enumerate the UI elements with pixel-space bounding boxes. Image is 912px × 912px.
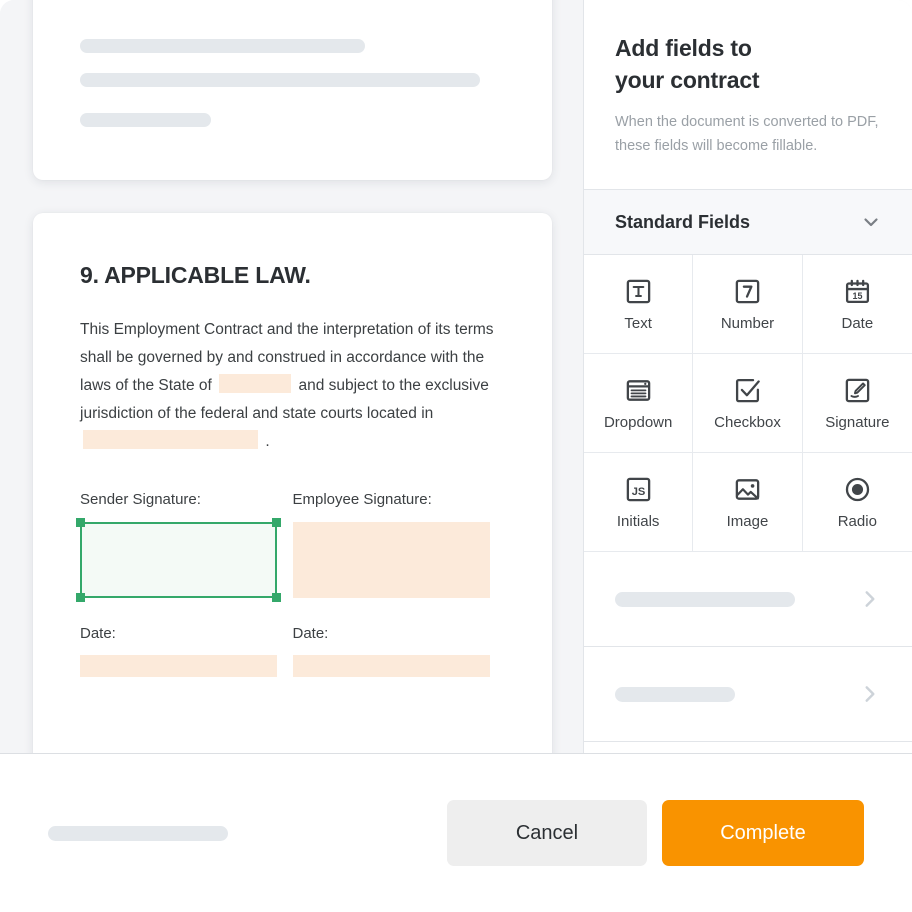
field-type-date[interactable]: 15 Date (802, 255, 912, 354)
document-page-previous (33, 0, 552, 180)
svg-text:15: 15 (852, 290, 862, 300)
field-type-number[interactable]: Number (693, 255, 803, 354)
sender-date-label: Date: (80, 625, 116, 642)
cancel-button[interactable]: Cancel (447, 800, 647, 866)
chevron-down-icon[interactable] (861, 212, 881, 232)
image-field-icon (733, 475, 762, 504)
field-type-label: Image (726, 512, 769, 530)
field-type-label: Checkbox (714, 413, 781, 431)
field-type-label: Dropdown (603, 413, 673, 431)
sender-signature-label: Sender Signature: (80, 491, 201, 508)
checkbox-field-icon (733, 376, 762, 405)
signature-row: Sender Signature: Date: Employee Signatu… (76, 490, 506, 677)
panel-title-line1: Add fields to (615, 35, 752, 61)
field-type-label: Text (624, 314, 652, 332)
resize-handle-bottom-right[interactable] (272, 593, 281, 602)
employee-signature-field[interactable] (292, 522, 490, 598)
field-type-dropdown[interactable]: Dropdown (584, 354, 694, 453)
contract-section: 9. APPLICABLE LAW. This Employment Contr… (80, 262, 505, 464)
employee-signature-column: Employee Signature: Date: (292, 490, 506, 677)
fillable-field-city[interactable] (83, 430, 258, 449)
sender-date-field[interactable] (80, 655, 277, 677)
skeleton-line (615, 686, 735, 702)
fields-panel: Add fields to your contract When the doc… (583, 0, 912, 753)
field-type-checkbox[interactable]: Checkbox (693, 354, 803, 453)
signature-grid: Sender Signature: Date: Employee Signatu… (76, 490, 506, 677)
panel-subtitle: When the document is converted to PDF, t… (615, 114, 879, 154)
chevron-right-icon[interactable] (859, 683, 881, 705)
panel-title-line2: your contract (615, 67, 760, 93)
number-field-icon (733, 277, 762, 306)
document-viewer[interactable]: 9. APPLICABLE LAW. This Employment Contr… (0, 0, 583, 753)
footer-actions: Cancel Complete (447, 800, 864, 866)
collapsed-section-2[interactable] (584, 647, 912, 742)
skeleton-line (80, 39, 365, 53)
field-type-label: Radio (837, 512, 877, 530)
initials-field-icon: JS (624, 475, 653, 504)
field-type-label: Number (720, 314, 775, 332)
skeleton-line (80, 73, 480, 87)
dropdown-field-icon (624, 376, 653, 405)
collapsed-section-1[interactable] (584, 552, 912, 647)
skeleton-line (615, 591, 795, 607)
sender-signature-field-selected[interactable] (76, 518, 281, 602)
field-type-label: Signature (825, 413, 890, 431)
radio-field-icon (843, 475, 872, 504)
paragraph-text-3: . (265, 433, 270, 450)
signature-field-icon (843, 376, 872, 405)
skeleton-line (80, 113, 211, 127)
resize-handle-top-right[interactable] (272, 518, 281, 527)
skeleton-line (48, 825, 228, 841)
field-type-grid: Text Number 15 Date Dropdown Checkbox Si… (584, 255, 912, 552)
field-type-initials[interactable]: JS Initials (584, 453, 694, 552)
modal-body: 9. APPLICABLE LAW. This Employment Contr… (0, 0, 912, 753)
resize-handle-top-left[interactable] (76, 518, 85, 527)
field-type-image[interactable]: Image (693, 453, 803, 552)
employee-signature-label: Employee Signature: (292, 491, 432, 508)
panel-title: Add fields to your contract (615, 32, 881, 96)
svg-text:JS: JS (631, 485, 645, 497)
employee-date-label: Date: (292, 625, 329, 642)
modal-footer: Cancel Complete (0, 753, 912, 912)
complete-button[interactable]: Complete (662, 800, 864, 866)
text-field-icon (624, 277, 653, 306)
fillable-field-state[interactable] (219, 374, 292, 393)
sender-signature-column: Sender Signature: Date: (76, 490, 293, 677)
field-type-label: Initials (616, 512, 660, 530)
field-type-text[interactable]: Text (584, 255, 694, 354)
panel-header: Add fields to your contract When the doc… (584, 0, 912, 158)
section-paragraph: This Employment Contract and the interpr… (80, 316, 505, 456)
employee-date-field[interactable] (292, 655, 490, 677)
standard-fields-section-header[interactable]: Standard Fields (584, 189, 912, 255)
section-heading: 9. APPLICABLE LAW. (80, 262, 311, 288)
date-field-icon: 15 (843, 277, 872, 306)
field-type-radio[interactable]: Radio (802, 453, 912, 552)
chevron-right-icon[interactable] (859, 588, 881, 610)
resize-handle-bottom-left[interactable] (76, 593, 85, 602)
document-page-current: 9. APPLICABLE LAW. This Employment Contr… (33, 213, 552, 753)
standard-fields-title: Standard Fields (615, 211, 751, 232)
field-type-label: Date (841, 314, 874, 332)
field-type-signature[interactable]: Signature (802, 354, 912, 453)
add-fields-modal: 9. APPLICABLE LAW. This Employment Contr… (0, 0, 912, 912)
